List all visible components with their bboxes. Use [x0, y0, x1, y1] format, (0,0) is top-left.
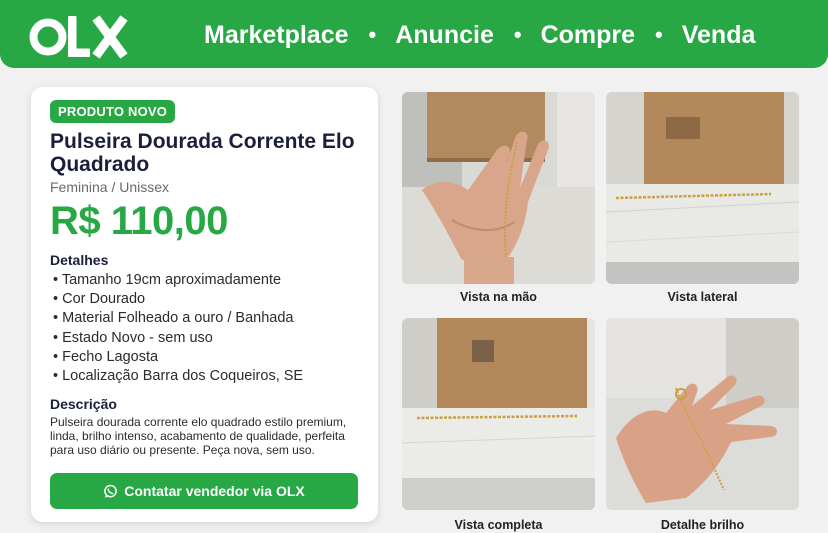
nav-item-marketplace[interactable]: Marketplace: [204, 21, 349, 50]
nav-separator: •: [655, 22, 663, 47]
detail-item: Estado Novo - sem uso: [53, 329, 303, 348]
nav-separator: •: [513, 22, 522, 47]
detail-item: Fecho Lagosta: [53, 348, 303, 367]
nav-item-compre[interactable]: Compre: [541, 21, 635, 50]
photo-caption: Vista completa: [454, 518, 543, 532]
nav-item-venda[interactable]: Venda: [682, 21, 756, 50]
detail-item: Material Folheado a ouro / Banhada: [53, 309, 303, 328]
listing-card: PRODUTO NOVO Pulseira Dourada Corrente E…: [31, 87, 378, 522]
photo-caption: Detalhe brilho: [660, 518, 745, 532]
detail-item: Tamanho 19cm aproximadamente: [53, 271, 303, 290]
details-list: Tamanho 19cm aproximadamente Cor Dourado…: [53, 271, 303, 386]
listing-title: Pulseira Dourada Corrente Elo Quadrado: [50, 130, 355, 176]
photo-caption: Vista na mão: [460, 290, 537, 304]
details-heading: Detalhes: [50, 252, 109, 268]
whatsapp-icon: [103, 484, 118, 499]
listing-price: R$ 110,00: [50, 199, 228, 243]
contact-seller-button[interactable]: Contatar vendedor via OLX: [50, 473, 358, 509]
nav-item-anuncie[interactable]: Anuncie: [395, 21, 494, 50]
photo-caption: Vista lateral: [667, 290, 738, 304]
detail-item: Cor Dourado: [53, 290, 303, 309]
description-text: Pulseira dourada corrente elo quadrado e…: [50, 415, 347, 457]
photo-shine-detail[interactable]: [606, 318, 799, 510]
main-nav: Marketplace • Anuncie • Compre • Venda: [204, 20, 755, 50]
contact-seller-label: Contatar vendedor via OLX: [124, 483, 305, 499]
listing-subtitle: Feminina / Unissex: [50, 179, 170, 195]
olx-logo[interactable]: [28, 12, 130, 62]
new-product-badge: PRODUTO NOVO: [50, 100, 176, 123]
top-header: Marketplace • Anuncie • Compre • Venda: [0, 0, 828, 68]
detail-item: Localização Barra dos Coqueiros, SE: [53, 367, 303, 386]
description-heading: Descrição: [50, 396, 117, 412]
photo-side-view[interactable]: [606, 92, 799, 284]
nav-separator: •: [368, 22, 377, 47]
photo-full-view[interactable]: [402, 318, 595, 510]
photo-hand-view[interactable]: [402, 92, 595, 284]
